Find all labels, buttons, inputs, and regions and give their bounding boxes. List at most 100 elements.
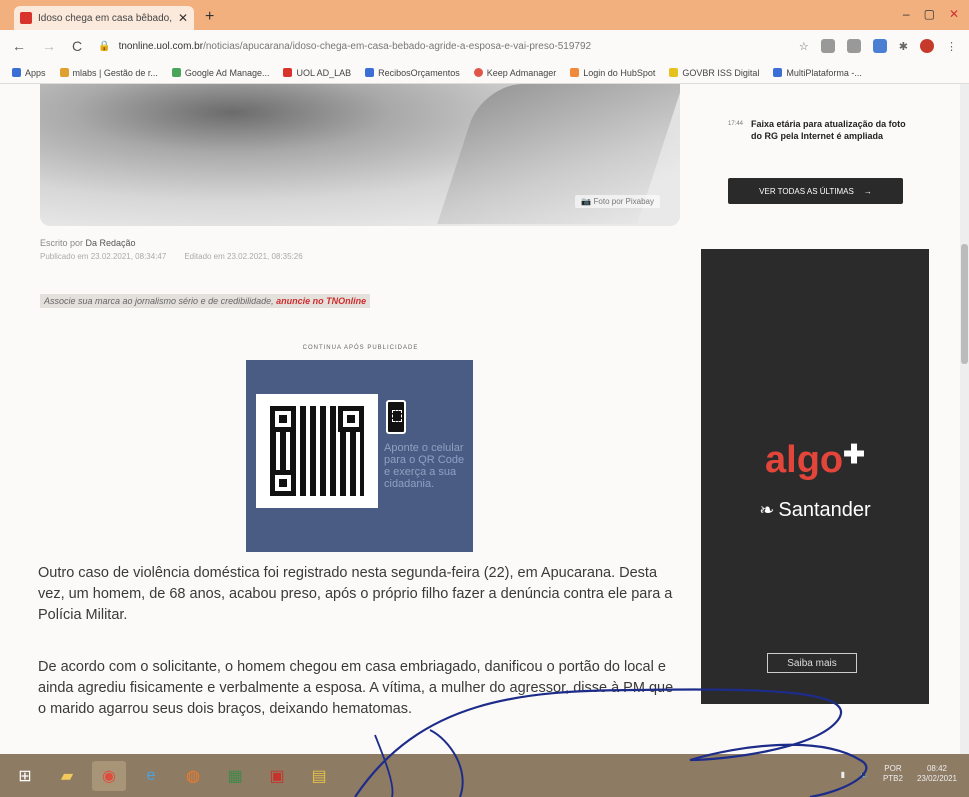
- taskbar: ⊞ ▰ ◉ e ◍ ▦ ▣ ▤ ▮ 🔈 POR PTB2 08:42 23/02…: [0, 754, 969, 797]
- qr-ad-banner[interactable]: Aponte o celular para o QR Code e exerça…: [246, 360, 473, 552]
- edited-date: Editado em 23.02.2021, 08:35:26: [184, 252, 303, 261]
- back-icon[interactable]: ←: [12, 38, 26, 54]
- close-window-button[interactable]: ✕: [949, 7, 959, 21]
- bookmark-label: GOVBR ISS Digital: [682, 67, 760, 78]
- language-indicator[interactable]: POR PTB2: [883, 764, 903, 784]
- forward-icon[interactable]: →: [42, 38, 56, 54]
- maximize-button[interactable]: ▢: [924, 7, 935, 21]
- qr-ad-text: Aponte o celular para o QR Code e exerça…: [384, 442, 465, 490]
- extensions-area: ☆ ✱ ⋮: [799, 39, 957, 53]
- profile-avatar[interactable]: [920, 39, 934, 53]
- extension-icon[interactable]: [820, 39, 835, 53]
- tab-close-icon[interactable]: ✕: [178, 11, 188, 25]
- minimize-button[interactable]: –: [903, 7, 910, 21]
- firefox-icon[interactable]: ◍: [176, 761, 210, 791]
- qr-code: [256, 394, 378, 508]
- extension-icon[interactable]: [846, 39, 861, 53]
- article-paragraph: Outro caso de violência doméstica foi re…: [38, 565, 673, 623]
- network-icon[interactable]: ▮: [841, 770, 845, 779]
- bookmark-icon: [59, 68, 69, 77]
- author-link[interactable]: Da Redação: [86, 238, 136, 248]
- apps-grid-icon: [12, 68, 21, 77]
- address-bar: ← → C 🔒 tnonline.uol.com.br /noticias/ap…: [0, 30, 969, 62]
- reload-icon[interactable]: C: [72, 38, 82, 54]
- puzzle-icon[interactable]: ✱: [899, 40, 908, 53]
- bookmark-item[interactable]: Google Ad Manage...: [171, 67, 270, 78]
- plus-icon: ✚: [843, 439, 865, 469]
- clock-time: 08:42: [926, 764, 947, 773]
- bookmark-apps[interactable]: Apps: [12, 68, 46, 78]
- ad-sponsor: ❧ Santander: [701, 499, 929, 522]
- article-paragraph: De acordo com o solicitante, o homem che…: [38, 659, 674, 717]
- chrome-icon[interactable]: ◉: [92, 760, 126, 791]
- url-path: /noticias/apucarana/idoso-chega-em-casa-…: [203, 40, 592, 52]
- article-dates: Publicado em 23.02.2021, 08:34:47 Editad…: [40, 252, 303, 261]
- clock[interactable]: 08:42 23/02/2021: [917, 764, 957, 784]
- bookmark-label: RecibosOrçamentos: [378, 67, 460, 78]
- file-explorer-icon[interactable]: ▰: [50, 761, 84, 791]
- menu-icon[interactable]: ⋮: [946, 40, 957, 53]
- bookmark-item[interactable]: Keep Admanager: [473, 68, 556, 78]
- edge-icon[interactable]: e: [134, 761, 168, 791]
- bookmark-item[interactable]: GOVBR ISS Digital: [669, 68, 759, 78]
- extension-icon[interactable]: [872, 39, 887, 53]
- browser-tab[interactable]: Idoso chega em casa bêbado, ag ✕: [14, 6, 194, 30]
- bookmark-item[interactable]: Login do HubSpot: [570, 68, 655, 78]
- qr-finder: [270, 406, 296, 432]
- ad-brand: algo✚: [701, 439, 929, 482]
- site-favicon-icon: [20, 12, 32, 24]
- qr-pattern: [270, 406, 364, 496]
- page-content: 📷 Foto por Pixabay Escrito por Da Redaçã…: [0, 84, 969, 754]
- star-icon[interactable]: ☆: [799, 40, 809, 53]
- bookmark-item[interactable]: mlabs | Gestão de r...: [59, 67, 158, 78]
- window-controls: – ▢ ✕: [903, 7, 959, 21]
- url-domain: tnonline.uol.com.br: [118, 40, 204, 52]
- see-all-button[interactable]: VER TODAS AS ÚLTIMAS →: [728, 178, 903, 204]
- bookmark-icon: [171, 68, 181, 77]
- promo-banner: Associe sua marca ao jornalismo sério e …: [40, 294, 371, 308]
- qr-finder: [270, 470, 296, 496]
- latest-news-item[interactable]: 17:44 Faixa etária para atualização da f…: [728, 118, 908, 142]
- excel-icon[interactable]: ▦: [218, 761, 252, 791]
- bookmark-label: Google Ad Manage...: [184, 67, 270, 78]
- promo-link[interactable]: anuncie no TNOnline: [276, 296, 366, 306]
- article-photo: 📷 Foto por Pixabay: [40, 84, 680, 226]
- app-icon[interactable]: ▤: [302, 761, 336, 791]
- scrollbar[interactable]: [960, 84, 969, 754]
- windows-start-icon[interactable]: ⊞: [8, 761, 42, 791]
- bookmark-label: mlabs | Gestão de r...: [72, 67, 158, 78]
- url-field[interactable]: 🔒 tnonline.uol.com.br /noticias/apucaran…: [98, 41, 799, 52]
- bookmark-label: MultiPlataforma -...: [786, 67, 862, 78]
- bookmark-icon: [473, 68, 483, 77]
- sidebar-ad[interactable]: algo✚ ❧ Santander Saiba mais: [701, 249, 929, 704]
- system-tray: ▮ 🔈 POR PTB2 08:42 23/02/2021: [841, 764, 957, 784]
- scrollbar-thumb[interactable]: [961, 244, 968, 364]
- bookmark-label: Login do HubSpot: [583, 67, 656, 78]
- photo-credit-text: Foto por Pixabay: [593, 197, 654, 206]
- tab-bar: Idoso chega em casa bêbado, ag ✕ + – ▢ ✕: [0, 0, 969, 30]
- new-tab-button[interactable]: +: [205, 8, 214, 26]
- news-headline: Faixa etária para atualização da foto do…: [751, 119, 906, 141]
- ad-brand-text: algo: [765, 439, 844, 481]
- bookmark-icon: [283, 68, 293, 77]
- bookmark-label: UOL AD_LAB: [296, 67, 352, 78]
- ad-cta-button[interactable]: Saiba mais: [767, 653, 857, 673]
- bookmarks-bar: Apps mlabs | Gestão de r... Google Ad Ma…: [0, 62, 969, 84]
- promo-text: Associe sua marca ao jornalismo sério e …: [44, 296, 274, 306]
- qr-finder: [338, 406, 364, 432]
- published-date: Publicado em 23.02.2021, 08:34:47: [40, 252, 167, 261]
- phone-icon: [386, 400, 406, 434]
- see-all-label: VER TODAS AS ÚLTIMAS: [759, 186, 854, 196]
- bookmark-icon: [570, 68, 580, 77]
- volume-icon[interactable]: 🔈: [859, 770, 869, 779]
- photo-credit: 📷 Foto por Pixabay: [575, 195, 660, 208]
- ad-sponsor-text: Santander: [778, 499, 871, 521]
- bookmark-item[interactable]: RecibosOrçamentos: [365, 68, 460, 78]
- santander-flame-icon: ❧: [759, 500, 775, 520]
- bookmark-item[interactable]: MultiPlataforma -...: [773, 68, 862, 78]
- bookmark-label: Apps: [25, 67, 46, 78]
- news-time: 17:44: [728, 121, 744, 127]
- bookmark-icon: [365, 68, 375, 77]
- pdf-icon[interactable]: ▣: [260, 761, 294, 791]
- bookmark-item[interactable]: UOL AD_LAB: [283, 68, 351, 78]
